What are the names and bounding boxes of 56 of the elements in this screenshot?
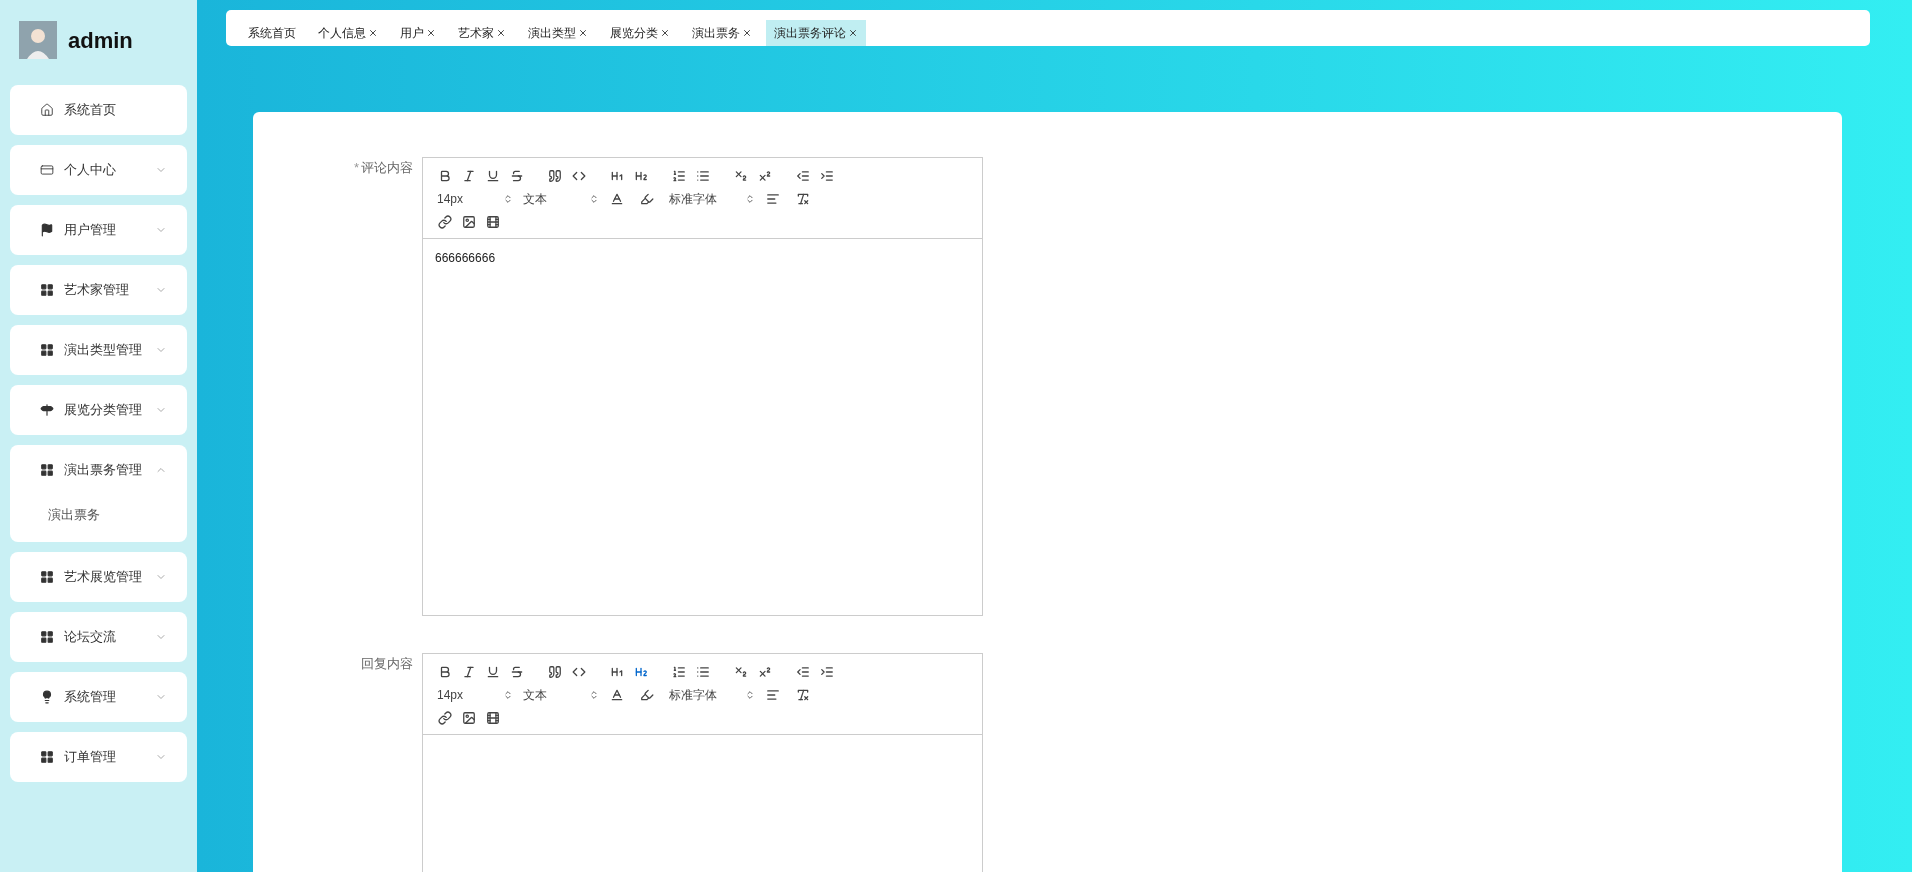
lightbulb-icon	[40, 690, 54, 704]
home-icon	[40, 103, 54, 117]
grid-icon	[40, 343, 54, 357]
signpost-icon	[40, 403, 54, 417]
required-mark: *	[353, 159, 359, 177]
user-name: admin	[68, 26, 133, 55]
updown-icon	[503, 194, 513, 204]
menu-item[interactable]: 个人中心	[10, 145, 187, 195]
field-label: 回复内容	[361, 655, 413, 673]
submenu-item[interactable]: 演出票务	[10, 495, 187, 535]
grid-icon	[40, 750, 54, 764]
flag-icon	[40, 223, 54, 237]
tab[interactable]: 用户	[392, 20, 444, 46]
menu-item[interactable]: 用户管理	[10, 205, 187, 255]
updown-icon	[589, 194, 599, 204]
tab[interactable]: 系统首页	[240, 20, 304, 46]
close-icon	[848, 28, 858, 38]
menu-item[interactable]: 艺术家管理	[10, 265, 187, 315]
menu-item[interactable]: 演出类型管理	[10, 325, 187, 375]
updown-icon	[745, 690, 755, 700]
close-icon	[742, 28, 752, 38]
tab[interactable]: 个人信息	[310, 20, 386, 46]
updown-icon	[589, 690, 599, 700]
menu-item[interactable]: 系统首页	[10, 85, 187, 135]
tab[interactable]: 艺术家	[450, 20, 514, 46]
menu-item[interactable]: 艺术展览管理	[10, 552, 187, 602]
card-icon	[40, 163, 54, 177]
menu-item[interactable]: 演出票务管理	[10, 445, 187, 495]
menu-item[interactable]: 系统管理	[10, 672, 187, 722]
grid-icon	[40, 570, 54, 584]
menu-item[interactable]: 展览分类管理	[10, 385, 187, 435]
menu-item[interactable]: 订单管理	[10, 732, 187, 782]
close-icon	[660, 28, 670, 38]
font-size-select[interactable]: 14px	[433, 685, 513, 705]
heading-select[interactable]: 文本	[519, 685, 599, 705]
grid-icon	[40, 630, 54, 644]
tab[interactable]: 演出票务评论	[766, 20, 866, 46]
close-icon	[426, 28, 436, 38]
grid-icon	[40, 283, 54, 297]
avatar-icon	[19, 21, 57, 59]
tab[interactable]: 演出票务	[684, 20, 760, 46]
font-family-select[interactable]: 标准字体	[665, 685, 755, 705]
tab[interactable]: 展览分类	[602, 20, 678, 46]
updown-icon	[745, 194, 755, 204]
heading-select[interactable]: 文本	[519, 189, 599, 209]
editor-text: 666666666	[435, 251, 496, 265]
close-icon	[368, 28, 378, 38]
grid-icon	[40, 463, 54, 477]
close-icon	[496, 28, 506, 38]
close-icon	[578, 28, 588, 38]
font-family-select[interactable]: 标准字体	[665, 189, 755, 209]
field-label: 评论内容	[361, 159, 413, 177]
tab[interactable]: 演出类型	[520, 20, 596, 46]
menu-item[interactable]: 论坛交流	[10, 612, 187, 662]
updown-icon	[503, 690, 513, 700]
font-size-select[interactable]: 14px	[433, 189, 513, 209]
